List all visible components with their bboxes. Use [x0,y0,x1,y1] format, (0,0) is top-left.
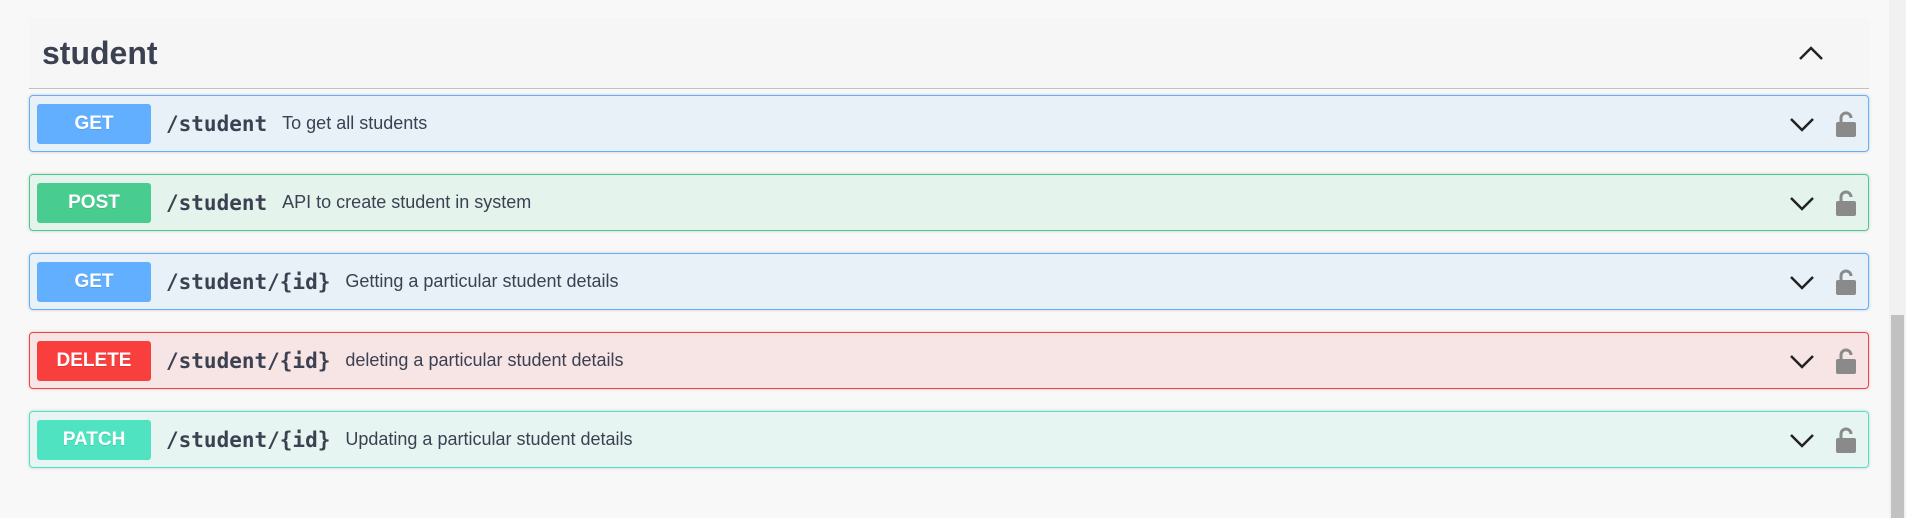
operation-get-student[interactable]: GET /student To get all students [29,95,1869,152]
method-badge: POST [37,182,151,223]
section-title: student [42,34,158,71]
operation-path: /student/{id} [166,348,331,373]
chevron-down-icon[interactable] [1787,267,1817,297]
operation-post-student[interactable]: POST /student API to create student in s… [29,174,1869,231]
operation-summary: API to create student in system [282,192,532,212]
operation-get-student-id[interactable]: GET /student/{id} Getting a particular s… [29,253,1869,310]
unlock-icon[interactable] [1833,109,1859,139]
operation-summary: deleting a particular student details [345,350,624,370]
operation-path: /student/{id} [166,427,331,452]
method-badge: DELETE [37,340,151,381]
operation-patch-student-id[interactable]: PATCH /student/{id} Updating a particula… [29,411,1869,468]
chevron-down-icon[interactable] [1787,425,1817,455]
operation-summary: To get all students [282,113,428,133]
tag-section-student: student GET /student To get all students… [29,18,1869,490]
chevron-up-icon[interactable] [1791,33,1831,73]
operation-path: /student/{id} [166,269,331,294]
unlock-icon[interactable] [1833,267,1859,297]
vertical-scrollbar[interactable] [1889,0,1906,518]
scrollbar-thumb[interactable] [1891,315,1904,518]
chevron-down-icon[interactable] [1787,188,1817,218]
tag-section-header[interactable]: student [29,18,1869,89]
unlock-icon[interactable] [1833,346,1859,376]
chevron-down-icon[interactable] [1787,346,1817,376]
method-badge: GET [37,103,151,144]
method-badge: GET [37,261,151,302]
unlock-icon[interactable] [1833,188,1859,218]
unlock-icon[interactable] [1833,425,1859,455]
chevron-down-icon[interactable] [1787,109,1817,139]
operation-path: /student [166,111,268,136]
operation-summary: Getting a particular student details [345,271,619,291]
operation-summary: Updating a particular student details [345,429,633,449]
operation-path: /student [166,190,268,215]
operation-delete-student-id[interactable]: DELETE /student/{id} deleting a particul… [29,332,1869,389]
method-badge: PATCH [37,419,151,460]
